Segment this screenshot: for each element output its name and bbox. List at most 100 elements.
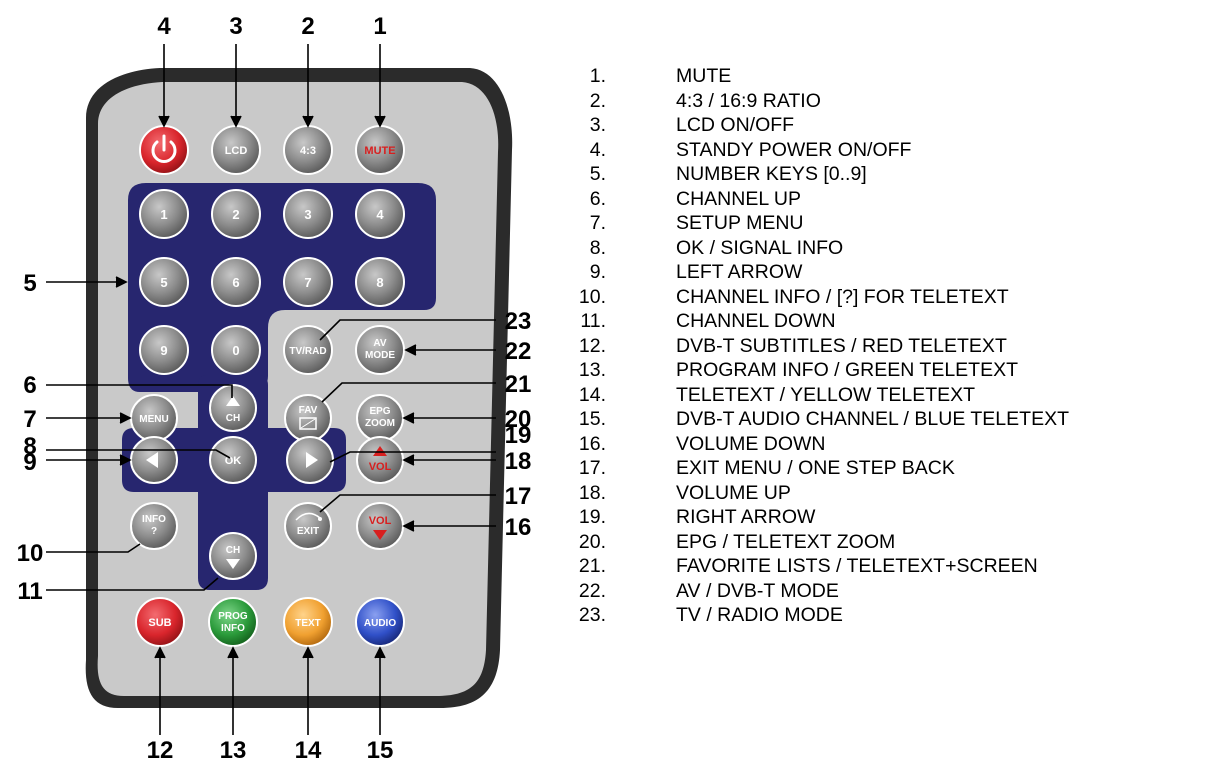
callout-12: 12 (147, 737, 174, 763)
digit-7-button[interactable]: 7 (283, 257, 333, 307)
digit-0-button[interactable]: 0 (211, 325, 261, 375)
digit-6-label: 6 (232, 275, 239, 290)
epg-label-2: ZOOM (365, 418, 395, 429)
legend-item: 20. EPG / TELETEXT ZOOM (566, 530, 1231, 555)
legend-text: VOLUME UP (676, 481, 791, 504)
tv-radio-label: TV/RAD (289, 346, 326, 357)
exit-button[interactable]: EXIT (284, 502, 332, 550)
right-arrow-button[interactable] (286, 436, 334, 484)
legend-number: 15. (578, 408, 606, 430)
channel-up-button[interactable]: CH (209, 384, 257, 432)
epg-zoom-button[interactable]: EPG ZOOM (356, 394, 404, 442)
callout-13: 13 (220, 737, 247, 763)
legend-text: VOLUME DOWN (676, 432, 826, 455)
legend-number: 8. (589, 236, 606, 259)
text-button-label: TEXT (295, 618, 321, 629)
legend-number: 2. (589, 89, 606, 112)
legend-text: LEFT ARROW (676, 261, 803, 283)
legend-text: EPG / TELETEXT ZOOM (676, 530, 896, 553)
legend-number: 17. (578, 457, 606, 479)
legend-text: CHANNEL UP (676, 187, 801, 210)
epg-label-1: EPG (369, 406, 390, 417)
prog-info-button[interactable]: PROG INFO (208, 597, 258, 647)
legend-item: 18. VOLUME UP (566, 481, 1231, 506)
av-mode-label-1: AV (373, 338, 386, 349)
legend-item: 16. VOLUME DOWN (566, 432, 1231, 457)
legend-number: 10. (578, 285, 606, 308)
legend-text: TELETEXT / YELLOW TELETEXT (676, 383, 976, 406)
callout-22: 22 (505, 338, 532, 365)
fav-button[interactable]: FAV (284, 394, 332, 442)
legend-text: AV / DVB-T MODE (676, 579, 839, 602)
digit-2-button[interactable]: 2 (211, 189, 261, 239)
menu-button[interactable]: MENU (130, 394, 178, 442)
legend-number: 22. (578, 579, 606, 602)
digit-1-label: 1 (160, 207, 167, 222)
sub-button[interactable]: SUB (135, 597, 185, 647)
lcd-button[interactable]: LCD (211, 125, 261, 175)
legend-text: LCD ON/OFF (676, 114, 795, 136)
channel-down-button[interactable]: CH (209, 532, 257, 580)
callout-17: 17 (505, 483, 532, 510)
exit-button-label: EXIT (297, 526, 319, 537)
callout-23: 23 (505, 308, 532, 335)
legend-number: 3. (589, 114, 606, 136)
digit-8-button[interactable]: 8 (355, 257, 405, 307)
button-legend-list: 1. MUTE 2. 4:3 / 16:9 RATIO 3. LCD ON/OFF 4… (566, 64, 1231, 628)
av-mode-button[interactable]: AV MODE (355, 325, 405, 375)
legend-item: 9. LEFT ARROW (566, 260, 1231, 285)
digit-3-label: 3 (304, 207, 311, 222)
prog-info-label-1: PROG (218, 611, 248, 622)
sub-button-label: SUB (148, 617, 171, 629)
legend-item: 11. CHANNEL DOWN (566, 309, 1231, 334)
tv-radio-button[interactable]: TV/RAD (283, 325, 333, 375)
channel-down-label: CH (226, 545, 240, 556)
legend-number: 13. (578, 359, 606, 381)
audio-button-label: AUDIO (364, 618, 396, 629)
power-button[interactable] (139, 125, 189, 175)
legend-text: DVB-T SUBTITLES / RED TELETEXT (676, 334, 1007, 357)
legend-number: 7. (589, 212, 606, 234)
callout-6: 6 (23, 372, 36, 399)
info-button[interactable]: INFO ? (130, 502, 178, 550)
text-button[interactable]: TEXT (283, 597, 333, 647)
digit-9-label: 9 (160, 343, 167, 358)
digit-6-button[interactable]: 6 (211, 257, 261, 307)
digit-4-button[interactable]: 4 (355, 189, 405, 239)
digit-8-label: 8 (376, 275, 383, 290)
callout-4: 4 (157, 13, 171, 40)
legend-item: 22. AV / DVB-T MODE (566, 579, 1231, 604)
callout-9: 9 (23, 449, 36, 476)
legend-number: 20. (578, 530, 606, 553)
volume-down-button[interactable]: VOL (356, 502, 404, 550)
volume-up-button[interactable]: VOL (356, 436, 404, 484)
callout-11: 11 (17, 578, 42, 605)
digit-0-label: 0 (232, 343, 239, 358)
legend-item: 10. CHANNEL INFO / [?] FOR TELETEXT (566, 285, 1231, 310)
callout-16: 16 (505, 514, 532, 541)
digit-1-button[interactable]: 1 (139, 189, 189, 239)
legend-number: 5. (589, 163, 606, 185)
legend-item: 17. EXIT MENU / ONE STEP BACK (566, 456, 1231, 481)
digit-9-button[interactable]: 9 (139, 325, 189, 375)
info-label-1: INFO (142, 514, 166, 525)
digit-5-button[interactable]: 5 (139, 257, 189, 307)
menu-button-label: MENU (139, 414, 168, 425)
legend-text: 4:3 / 16:9 RATIO (676, 89, 821, 112)
callout-14: 14 (295, 737, 322, 763)
digit-3-button[interactable]: 3 (283, 189, 333, 239)
legend-text: PROGRAM INFO / GREEN TELETEXT (676, 359, 1019, 381)
left-arrow-button[interactable] (130, 436, 178, 484)
info-label-2: ? (151, 526, 157, 537)
legend-item: 4. STANDY POWER ON/OFF (566, 138, 1231, 163)
remote-control-diagram: LCD 4:3 MUTE 1 2 3 4 5 6 7 8 9 0 TV/RAD … (17, 13, 532, 763)
ratio-button[interactable]: 4:3 (283, 125, 333, 175)
callout-20: 20 (505, 406, 532, 433)
audio-button[interactable]: AUDIO (355, 597, 405, 647)
legend-text: CHANNEL INFO / [?] FOR TELETEXT (676, 285, 1009, 308)
ok-button[interactable]: OK (209, 436, 257, 484)
legend-text: RIGHT ARROW (676, 506, 816, 528)
callout-2: 2 (301, 13, 314, 40)
legend-number: 1. (589, 65, 606, 87)
mute-button[interactable]: MUTE (355, 125, 405, 175)
